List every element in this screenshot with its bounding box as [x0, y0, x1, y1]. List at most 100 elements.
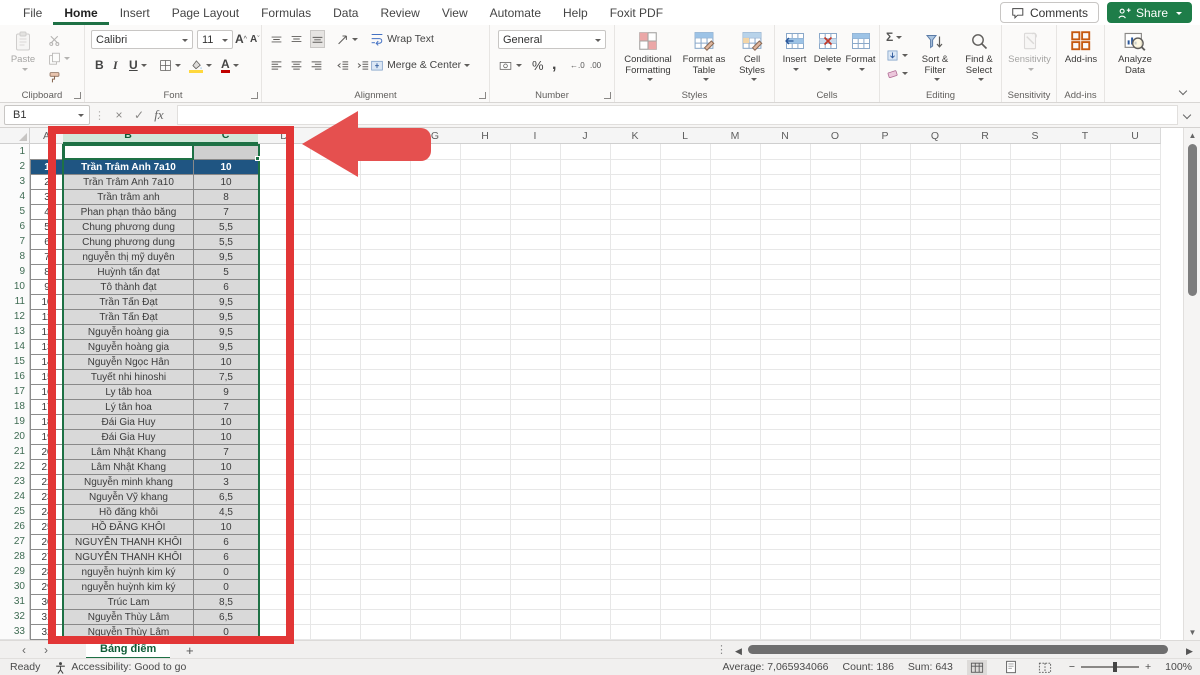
row-header-4[interactable]: 4: [0, 189, 30, 205]
row-header-25[interactable]: 25: [0, 504, 30, 520]
decrease-decimal-button[interactable]: .00: [590, 56, 601, 74]
sheet-nav-prev-icon[interactable]: ‹: [22, 641, 26, 659]
column-header-U[interactable]: U: [1110, 128, 1161, 144]
merge-center-button[interactable]: Merge & Center: [370, 56, 470, 74]
expand-formula-bar-icon[interactable]: [1183, 111, 1191, 119]
comma-style-button[interactable]: ,: [552, 56, 556, 74]
comments-button[interactable]: Comments: [1000, 2, 1099, 23]
column-header-T[interactable]: T: [1060, 128, 1111, 144]
column-header-H[interactable]: H: [460, 128, 511, 144]
scroll-up-icon[interactable]: ▲: [1184, 131, 1200, 141]
row-header-8[interactable]: 8: [0, 249, 30, 265]
font-dialog-launcher[interactable]: [251, 92, 258, 99]
sort-filter-button[interactable]: Sort & Filter: [914, 29, 956, 82]
row-header-33[interactable]: 33: [0, 624, 30, 640]
row-header-17[interactable]: 17: [0, 384, 30, 400]
ribbon-tab-foxit-pdf[interactable]: Foxit PDF: [599, 0, 674, 25]
font-color-button[interactable]: A: [221, 56, 239, 74]
zoom-slider-thumb[interactable]: [1113, 662, 1117, 672]
column-header-S[interactable]: S: [1010, 128, 1061, 144]
row-header-7[interactable]: 7: [0, 234, 30, 250]
horizontal-scroll-thumb[interactable]: [748, 645, 1168, 654]
row-header-31[interactable]: 31: [0, 594, 30, 610]
scrollbar-resize-handle[interactable]: ⋮: [716, 643, 727, 656]
ribbon-tab-page-layout[interactable]: Page Layout: [161, 0, 250, 25]
fill-color-button[interactable]: [189, 56, 212, 74]
conditional-formatting-button[interactable]: Conditional Formatting: [619, 29, 677, 82]
row-header-12[interactable]: 12: [0, 309, 30, 325]
font-size-select[interactable]: 11: [197, 30, 233, 49]
fill-button[interactable]: [886, 46, 908, 64]
row-header-11[interactable]: 11: [0, 294, 30, 310]
format-cells-button[interactable]: Format: [844, 29, 877, 72]
ribbon-tab-help[interactable]: Help: [552, 0, 599, 25]
vertical-scrollbar[interactable]: ▲ ▼: [1183, 128, 1200, 640]
row-header-28[interactable]: 28: [0, 549, 30, 565]
column-header-N[interactable]: N: [760, 128, 811, 144]
ribbon-tab-automate[interactable]: Automate: [479, 0, 552, 25]
scroll-down-icon[interactable]: ▼: [1184, 628, 1200, 638]
borders-button[interactable]: [159, 56, 181, 74]
accessibility-status[interactable]: Accessibility: Good to go: [54, 661, 186, 674]
paste-button[interactable]: Paste: [4, 29, 42, 72]
ribbon-tab-view[interactable]: View: [431, 0, 479, 25]
vertical-scroll-thumb[interactable]: [1188, 144, 1197, 296]
underline-button[interactable]: U: [129, 56, 147, 74]
row-header-22[interactable]: 22: [0, 459, 30, 475]
page-break-view-button[interactable]: [1035, 660, 1055, 675]
zoom-in-button[interactable]: +: [1145, 661, 1151, 673]
percent-style-button[interactable]: %: [532, 56, 544, 74]
row-header-29[interactable]: 29: [0, 564, 30, 580]
clipboard-dialog-launcher[interactable]: [74, 92, 81, 99]
row-header-18[interactable]: 18: [0, 399, 30, 415]
row-header-21[interactable]: 21: [0, 444, 30, 460]
column-header-I[interactable]: I: [510, 128, 561, 144]
column-header-J[interactable]: J: [560, 128, 611, 144]
cut-button[interactable]: [48, 30, 61, 48]
ribbon-tab-insert[interactable]: Insert: [109, 0, 161, 25]
align-center-button[interactable]: [290, 56, 303, 74]
row-header-14[interactable]: 14: [0, 339, 30, 355]
select-all-corner[interactable]: [0, 128, 30, 144]
row-header-32[interactable]: 32: [0, 609, 30, 625]
wrap-text-button[interactable]: Wrap Text: [370, 30, 434, 48]
decrease-indent-button[interactable]: [336, 56, 349, 74]
column-header-O[interactable]: O: [810, 128, 861, 144]
ribbon-tab-file[interactable]: File: [12, 0, 53, 25]
row-header-16[interactable]: 16: [0, 369, 30, 385]
number-format-select[interactable]: General: [498, 30, 606, 49]
number-dialog-launcher[interactable]: [604, 92, 611, 99]
clear-button[interactable]: [886, 64, 908, 82]
row-header-9[interactable]: 9: [0, 264, 30, 280]
increase-decimal-button[interactable]: ←.0: [570, 56, 585, 74]
sensitivity-button[interactable]: Sensitivity: [1006, 29, 1053, 72]
ribbon-tab-review[interactable]: Review: [369, 0, 430, 25]
row-header-15[interactable]: 15: [0, 354, 30, 370]
scroll-right-icon[interactable]: ▶: [1186, 646, 1193, 657]
analyze-data-button[interactable]: Analyze Data: [1110, 29, 1160, 76]
row-header-19[interactable]: 19: [0, 414, 30, 430]
align-right-button[interactable]: [310, 56, 323, 74]
page-layout-view-button[interactable]: [1001, 660, 1021, 675]
row-header-10[interactable]: 10: [0, 279, 30, 295]
increase-indent-button[interactable]: [356, 56, 369, 74]
cancel-button[interactable]: ×: [109, 108, 129, 122]
row-header-2[interactable]: 2: [0, 159, 30, 175]
align-bottom-button[interactable]: [310, 30, 325, 48]
ribbon-tab-data[interactable]: Data: [322, 0, 369, 25]
row-header-1[interactable]: 1: [0, 144, 30, 160]
shrink-font-button[interactable]: Aˇ: [250, 30, 260, 48]
accounting-format-button[interactable]: [498, 56, 522, 74]
row-header-20[interactable]: 20: [0, 429, 30, 445]
find-select-button[interactable]: Find & Select: [958, 29, 1000, 82]
bold-button[interactable]: B: [95, 56, 104, 74]
grow-font-button[interactable]: A^: [235, 30, 247, 48]
insert-cells-button[interactable]: Insert: [778, 29, 811, 72]
insert-function-button[interactable]: fx: [149, 107, 169, 123]
cell-styles-button[interactable]: Cell Styles: [731, 29, 773, 82]
autosum-button[interactable]: Σ: [886, 28, 902, 46]
delete-cells-button[interactable]: Delete: [811, 29, 844, 72]
collapse-ribbon-icon[interactable]: [1179, 87, 1187, 95]
zoom-slider[interactable]: [1081, 666, 1139, 668]
row-header-5[interactable]: 5: [0, 204, 30, 220]
